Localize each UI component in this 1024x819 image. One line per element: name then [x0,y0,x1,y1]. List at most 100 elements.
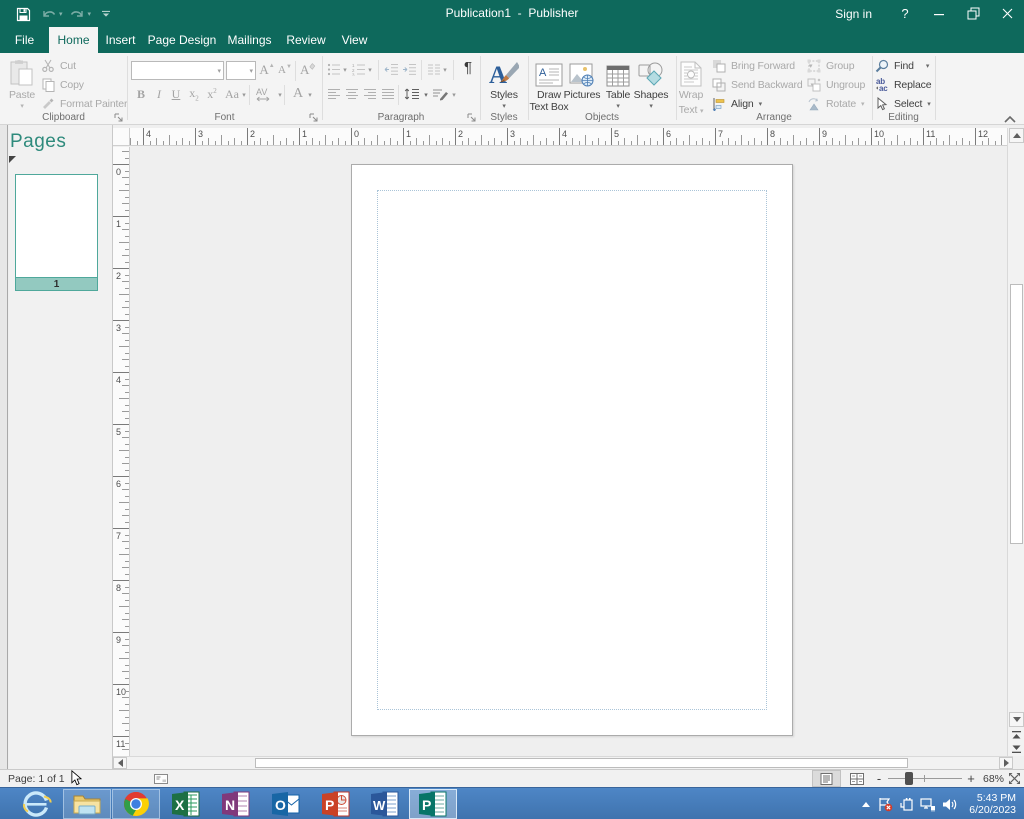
object-position-icon[interactable] [154,774,168,787]
decrease-indent-icon[interactable] [383,61,399,77]
clear-formatting-icon[interactable]: A [300,62,316,78]
numbering-icon[interactable]: 123 [351,61,367,77]
horizontal-scrollbar-thumb[interactable] [255,758,908,768]
help-icon[interactable]: ? [888,0,922,27]
font-color-icon[interactable]: A [290,86,306,102]
action-center-icon[interactable] [877,797,893,812]
zoom-out-icon[interactable]: - [872,771,886,787]
shrink-font-icon[interactable]: A▼ [277,62,293,78]
group-button[interactable]: Group [806,57,854,74]
next-page-icon[interactable] [1009,742,1024,755]
rotate-button[interactable]: Rotate ▾ [806,95,864,112]
undo-icon[interactable] [38,4,59,24]
restore-icon[interactable] [956,0,990,27]
horizontal-ruler[interactable]: 43210123456789101112 [130,128,1007,146]
increase-indent-icon[interactable] [401,61,417,77]
redo-icon[interactable] [67,4,88,24]
single-page-view-button[interactable] [812,770,841,787]
vertical-scrollbar-thumb[interactable] [1010,284,1023,544]
taskbar-powerpoint-icon[interactable]: P [312,789,360,819]
zoom-in-icon[interactable]: + [964,771,978,787]
two-page-spread-view-button[interactable] [845,770,869,787]
justify-icon[interactable] [380,86,396,102]
scroll-right-icon[interactable] [999,757,1013,769]
taskbar-outlook-icon[interactable]: O [262,789,310,819]
redo-dropdown-icon[interactable]: ▾ [88,10,92,18]
taskbar-onenote-icon[interactable]: N [212,789,260,819]
taskbar-internet-explorer-icon[interactable] [13,789,61,819]
send-backward-button[interactable]: Send Backward ▾ [711,76,814,93]
taskbar-publisher-icon[interactable]: P [409,789,457,819]
minimize-icon[interactable] [922,0,956,27]
zoom-level[interactable]: 68% [978,773,1004,785]
close-icon[interactable] [990,0,1024,27]
font-size-combobox[interactable]: ▾ [226,61,256,80]
fit-page-icon[interactable] [1008,772,1021,788]
subscript-icon[interactable]: x2 [186,86,202,102]
taskbar-chrome-icon[interactable] [112,789,160,819]
bullets-icon[interactable] [326,61,342,77]
tab-review[interactable]: Review [278,27,334,53]
columns-icon[interactable] [426,61,442,77]
line-spacing-icon[interactable] [403,86,421,102]
select-button[interactable]: Select ▾ [874,95,931,112]
ungroup-button[interactable]: Ungroup [806,76,865,93]
paragraph-dialog-launcher-icon[interactable] [467,113,478,124]
copy-button[interactable]: Copy [40,76,84,93]
find-button[interactable]: Find ▾ [874,57,929,74]
tab-insert[interactable]: Insert [98,27,143,53]
save-icon[interactable] [13,4,34,24]
previous-page-icon[interactable] [1009,729,1024,742]
customize-qat-icon[interactable] [95,4,116,24]
tab-page-design[interactable]: Page Design [143,27,221,53]
taskbar-excel-icon[interactable]: X [162,789,210,819]
align-left-icon[interactable] [326,86,342,102]
grow-font-icon[interactable]: A▲ [259,62,275,78]
tray-clock[interactable]: 5:43 PM 6/20/2023 [969,792,1016,816]
clipboard-dialog-launcher-icon[interactable] [114,113,125,124]
vertical-scrollbar[interactable] [1007,128,1024,756]
replace-button[interactable]: abac Replace [874,76,931,93]
bring-forward-button[interactable]: Bring Forward ▾ [711,57,812,74]
page-thumbnail[interactable]: 1 [15,174,98,291]
power-plug-icon[interactable] [899,797,914,812]
taskbar-word-icon[interactable]: W [361,789,409,819]
tab-home[interactable]: Home [49,27,98,53]
change-case-icon[interactable]: Aa [222,86,242,102]
volume-icon[interactable] [942,797,958,812]
tray-expand-icon[interactable] [861,801,871,808]
sign-in-button[interactable]: Sign in [819,0,888,27]
scroll-down-icon[interactable] [1009,712,1024,727]
scroll-left-icon[interactable] [113,757,127,769]
align-center-icon[interactable] [344,86,360,102]
collapse-pages-pane-icon[interactable] [9,156,16,163]
tab-file[interactable]: File [8,27,41,53]
undo-dropdown-icon[interactable]: ▾ [59,10,63,18]
network-icon[interactable] [920,797,936,812]
page-indicator[interactable]: Page: 1 of 1 [8,773,65,785]
bold-icon[interactable]: B [133,86,149,102]
font-name-combobox[interactable]: ▾ [131,61,224,80]
align-button[interactable]: Align ▾ [711,95,762,112]
italic-icon[interactable]: I [151,86,167,102]
underline-icon[interactable]: U [168,86,184,102]
cut-button[interactable]: Cut [40,57,76,74]
zoom-slider-thumb[interactable] [905,772,913,785]
zoom-slider-track[interactable] [888,778,962,779]
scroll-up-icon[interactable] [1009,128,1024,143]
page-navigation-splitter[interactable] [0,125,8,769]
format-painter-button[interactable]: Format Painter [40,95,127,112]
paragraph-borders-icon[interactable] [431,86,449,102]
horizontal-scrollbar[interactable] [113,756,1013,769]
tab-mailings[interactable]: Mailings [221,27,278,53]
collapse-ribbon-icon[interactable] [1003,111,1021,125]
align-right-icon[interactable] [362,86,378,102]
font-dialog-launcher-icon[interactable] [309,113,320,124]
publication-canvas[interactable] [130,147,1007,756]
vertical-ruler[interactable]: 01234567891011 [113,147,130,756]
taskbar-file-explorer-icon[interactable] [63,789,111,819]
tab-view[interactable]: View [334,27,375,53]
character-spacing-icon[interactable]: AV [254,86,276,102]
special-characters-icon[interactable]: ¶ [460,59,476,75]
publication-page[interactable] [351,164,793,736]
